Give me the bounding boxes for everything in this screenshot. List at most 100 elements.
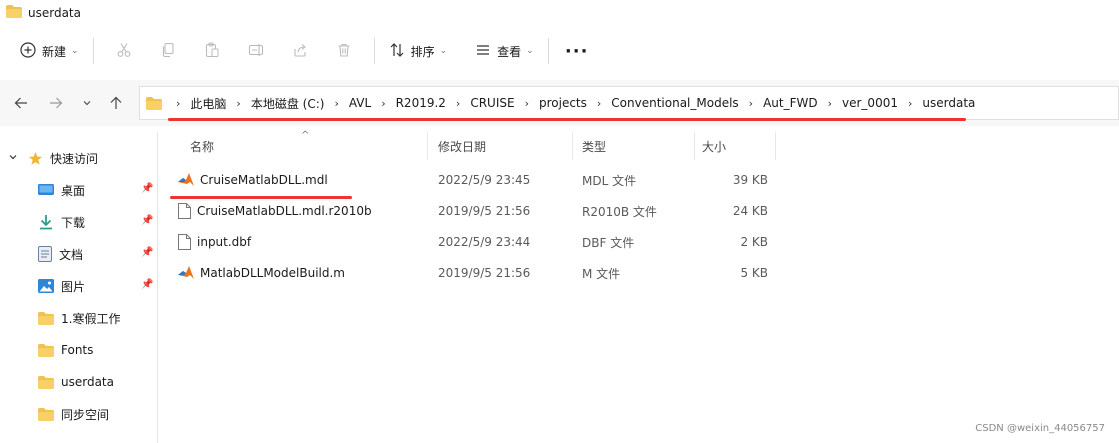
breadcrumb-r2019[interactable]: R2019.2: [396, 96, 446, 110]
toolbar-separator: [92, 38, 94, 64]
sidebar-item-documents[interactable]: 文档 📌: [0, 240, 158, 268]
sidebar-item-label: userdata: [61, 375, 114, 389]
title-bar: userdata: [0, 0, 1119, 26]
breadcrumb-projects[interactable]: projects: [539, 96, 587, 110]
up-arrow-icon[interactable]: [105, 92, 127, 114]
chevron-right-icon[interactable]: ›: [525, 97, 529, 110]
cut-button[interactable]: [102, 34, 146, 68]
file-icon: [178, 203, 191, 219]
chevron-right-icon[interactable]: ›: [456, 97, 460, 110]
file-size: 39 KB: [732, 173, 768, 187]
breadcrumb-local-disk[interactable]: 本地磁盘 (C:): [251, 95, 325, 112]
back-arrow-icon[interactable]: [10, 92, 32, 114]
pin-icon[interactable]: 📌: [141, 215, 153, 226]
sidebar-item-label: 图片: [61, 279, 86, 294]
file-type: MDL 文件: [582, 173, 637, 188]
column-divider[interactable]: [775, 132, 776, 160]
chevron-right-icon[interactable]: ›: [597, 97, 601, 110]
copy-button[interactable]: [146, 34, 190, 68]
breadcrumb-ver-0001[interactable]: ver_0001: [842, 96, 898, 110]
sidebar-item-fonts[interactable]: Fonts: [0, 336, 158, 364]
folder-icon: [38, 311, 54, 325]
address-bar[interactable]: › 此电脑 › 本地磁盘 (C:) › AVL › R2019.2 › CRUI…: [139, 86, 1119, 120]
sidebar-item-sync-space[interactable]: 同步空间: [0, 400, 158, 428]
view-button[interactable]: 查看 ⌄: [469, 34, 540, 68]
sidebar-item-label: 文档: [59, 247, 84, 262]
breadcrumb-cruise[interactable]: CRUISE: [470, 96, 514, 110]
column-header-date[interactable]: 修改日期: [438, 130, 486, 162]
breadcrumb-conventional-models[interactable]: Conventional_Models: [611, 96, 738, 110]
chevron-right-icon: ›: [176, 96, 181, 110]
file-size: 2 KB: [740, 235, 768, 249]
file-size: 5 KB: [740, 266, 768, 280]
sidebar-item-label: 1.寒假工作: [61, 311, 121, 326]
chevron-right-icon[interactable]: ›: [828, 97, 832, 110]
document-icon: [38, 246, 52, 262]
view-list-icon: [475, 42, 491, 61]
column-divider[interactable]: [694, 132, 695, 160]
sidebar-item-label: 同步空间: [61, 407, 110, 422]
file-name: CruiseMatlabDLL.mdl.r2010b: [197, 204, 372, 218]
file-name-cell: input.dbf: [178, 227, 251, 257]
sidebar-item-label: 快速访问: [50, 151, 99, 166]
sidebar-item-winter-work[interactable]: 1.寒假工作: [0, 304, 158, 332]
column-header-type[interactable]: 类型: [582, 130, 606, 162]
sidebar-item-quick-access[interactable]: 快速访问: [0, 144, 158, 172]
table-row[interactable]: MatlabDLLModelBuild.m 2019/9/5 21:56 M 文…: [170, 258, 780, 288]
sort-button[interactable]: 排序 ⌄: [383, 34, 454, 68]
pin-icon[interactable]: 📌: [141, 279, 153, 290]
more-options-button[interactable]: ···: [557, 41, 597, 62]
breadcrumb-this-pc[interactable]: 此电脑: [190, 95, 226, 112]
chevron-right-icon[interactable]: ›: [236, 97, 240, 110]
chevron-right-icon[interactable]: ›: [749, 97, 753, 110]
file-type: R2010B 文件: [582, 204, 657, 219]
chevron-right-icon[interactable]: ›: [908, 97, 912, 110]
file-type: DBF 文件: [582, 235, 635, 250]
paste-button[interactable]: [190, 34, 234, 68]
column-header-size[interactable]: 大小: [702, 130, 726, 162]
desktop-icon: [38, 183, 54, 197]
share-icon: [292, 42, 308, 61]
chevron-down-icon: ⌄: [439, 46, 448, 56]
pin-icon[interactable]: 📌: [141, 183, 153, 194]
pin-icon[interactable]: 📌: [141, 247, 153, 258]
forward-arrow-icon[interactable]: [45, 92, 67, 114]
file-date: 2019/9/5 21:56: [438, 204, 531, 218]
file-name: CruiseMatlabDLL.mdl: [200, 173, 328, 187]
sidebar-item-downloads[interactable]: 下载 📌: [0, 208, 158, 236]
chevron-right-icon[interactable]: ›: [381, 97, 385, 110]
toolbar-separator: [373, 38, 375, 64]
table-row[interactable]: CruiseMatlabDLL.mdl 2022/5/9 23:45 MDL 文…: [170, 165, 780, 195]
breadcrumb-avl[interactable]: AVL: [349, 96, 371, 110]
breadcrumb-userdata[interactable]: userdata: [922, 96, 975, 110]
download-icon: [38, 214, 54, 230]
delete-icon: [336, 42, 352, 61]
share-button[interactable]: [278, 34, 322, 68]
column-divider[interactable]: [427, 132, 428, 160]
rename-button[interactable]: [234, 34, 278, 68]
table-row[interactable]: input.dbf 2022/5/9 23:44 DBF 文件 2 KB: [170, 227, 780, 257]
chevron-right-icon[interactable]: ›: [334, 97, 338, 110]
window-title: userdata: [28, 6, 81, 20]
chevron-down-icon[interactable]: [8, 151, 18, 165]
sidebar-item-desktop[interactable]: 桌面 📌: [0, 176, 158, 204]
view-button-label: 查看: [497, 44, 522, 59]
column-divider[interactable]: [572, 132, 573, 160]
sidebar-item-userdata[interactable]: userdata: [0, 368, 158, 396]
new-button[interactable]: 新建 ⌄: [14, 34, 85, 68]
recent-locations-chevron-icon[interactable]: [76, 92, 98, 114]
delete-button[interactable]: [322, 34, 366, 68]
file-name-cell: CruiseMatlabDLL.mdl.r2010b: [178, 196, 372, 226]
rename-icon: [248, 42, 264, 61]
column-header-name[interactable]: 名称: [190, 130, 214, 162]
command-bar: 新建 ⌄ 排序 ⌄ 查看 ⌄ ···: [0, 28, 1119, 74]
star-icon: [28, 151, 43, 166]
table-row[interactable]: CruiseMatlabDLL.mdl.r2010b 2019/9/5 21:5…: [170, 196, 780, 226]
red-annotation-underline: [168, 118, 966, 121]
sidebar-item-pictures[interactable]: 图片 📌: [0, 272, 158, 300]
watermark: CSDN @weixin_44056757: [975, 423, 1105, 434]
red-annotation-underline: [170, 196, 352, 199]
breadcrumb-aut-fwd[interactable]: Aut_FWD: [763, 96, 818, 110]
file-type: M 文件: [582, 266, 621, 281]
chevron-down-icon: ⌄: [526, 46, 534, 56]
